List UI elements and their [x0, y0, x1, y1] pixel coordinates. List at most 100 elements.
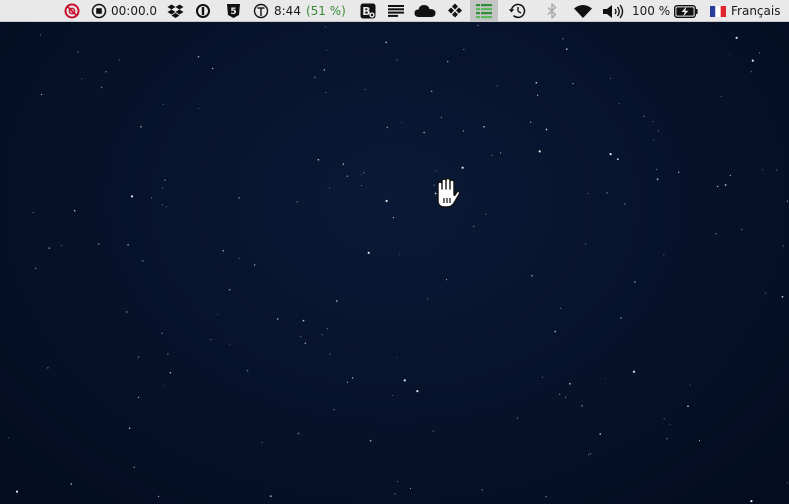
star: [118, 59, 120, 61]
star: [351, 377, 354, 379]
star: [401, 122, 403, 123]
volume-icon[interactable]: [601, 0, 625, 22]
star: [323, 69, 325, 71]
star: [130, 195, 134, 198]
star: [329, 353, 331, 355]
star: [246, 369, 249, 372]
bartender-icon[interactable]: B: [358, 0, 378, 22]
star: [7, 437, 9, 439]
star: [606, 191, 608, 194]
star: [786, 200, 788, 202]
star: [447, 60, 449, 63]
star: [397, 481, 398, 482]
time-machine-icon[interactable]: [506, 0, 528, 22]
star: [162, 187, 163, 189]
star: [634, 281, 636, 283]
star: [161, 332, 163, 334]
star: [776, 169, 778, 171]
green-list-icon[interactable]: [470, 0, 498, 22]
battery-percent[interactable]: 100 %: [632, 0, 672, 22]
star: [385, 199, 388, 203]
star: [369, 439, 372, 442]
red-lifebuoy-icon[interactable]: [62, 0, 82, 22]
dropbox-icon[interactable]: [165, 0, 185, 22]
star: [764, 292, 766, 294]
star: [70, 483, 72, 485]
star: [302, 319, 305, 322]
star: [554, 330, 557, 333]
star: [396, 59, 398, 61]
star: [632, 370, 636, 373]
star: [32, 212, 34, 214]
clock-time: 8:44: [274, 4, 301, 18]
star: [781, 295, 784, 298]
star: [724, 184, 727, 186]
input-language[interactable]: Français: [731, 0, 781, 22]
star: [346, 175, 349, 177]
star: [217, 313, 219, 315]
battery-charging-icon[interactable]: [673, 0, 699, 22]
star: [167, 353, 169, 355]
star: [228, 288, 231, 291]
stopwatch-time[interactable]: 00:00.0: [111, 0, 157, 22]
star: [531, 274, 533, 277]
bluetooth-icon[interactable]: [543, 0, 561, 22]
star: [342, 163, 345, 166]
diamond-dots-icon[interactable]: [445, 0, 465, 22]
star: [161, 204, 163, 206]
star: [105, 70, 107, 73]
star: [750, 71, 752, 73]
star: [133, 466, 135, 469]
star: [666, 437, 668, 440]
star: [463, 48, 465, 50]
star: [643, 115, 645, 117]
star: [720, 95, 722, 97]
star: [620, 317, 622, 319]
star: [364, 88, 366, 90]
star: [562, 38, 564, 40]
star: [445, 279, 448, 281]
star: [440, 116, 443, 119]
star: [657, 130, 660, 132]
star: [329, 187, 331, 189]
star: [346, 381, 348, 383]
star: [565, 48, 568, 50]
star: [210, 339, 212, 341]
star: [599, 433, 602, 435]
star: [698, 440, 701, 442]
stop-circle-icon[interactable]: [89, 0, 109, 22]
star: [652, 121, 654, 123]
clock-readout[interactable]: 8:44 (51 %): [274, 0, 354, 22]
star: [740, 228, 743, 231]
star: [314, 76, 316, 79]
star: [128, 427, 131, 429]
star: [399, 253, 400, 255]
star: [623, 203, 626, 205]
star: [605, 378, 607, 379]
star: [361, 184, 363, 186]
cloud-icon[interactable]: [413, 0, 437, 22]
star: [560, 307, 562, 309]
star: [588, 454, 590, 456]
star: [142, 260, 144, 262]
star: [545, 495, 547, 498]
star: [729, 174, 732, 177]
star: [481, 489, 483, 491]
star: [392, 394, 394, 396]
star: [435, 170, 437, 172]
star: [137, 396, 140, 398]
shield-5-icon[interactable]: 5: [223, 0, 243, 22]
star: [126, 311, 128, 313]
star: [541, 376, 543, 378]
wifi-icon[interactable]: [571, 0, 595, 22]
star: [164, 179, 166, 181]
star: [618, 103, 620, 105]
star: [197, 55, 200, 58]
text-lines-icon[interactable]: [386, 0, 406, 22]
star: [394, 493, 396, 495]
star: [461, 166, 464, 169]
star: [530, 121, 532, 123]
timer-dial-icon[interactable]: [251, 0, 271, 22]
star: [73, 209, 76, 212]
1password-icon[interactable]: [193, 0, 213, 22]
